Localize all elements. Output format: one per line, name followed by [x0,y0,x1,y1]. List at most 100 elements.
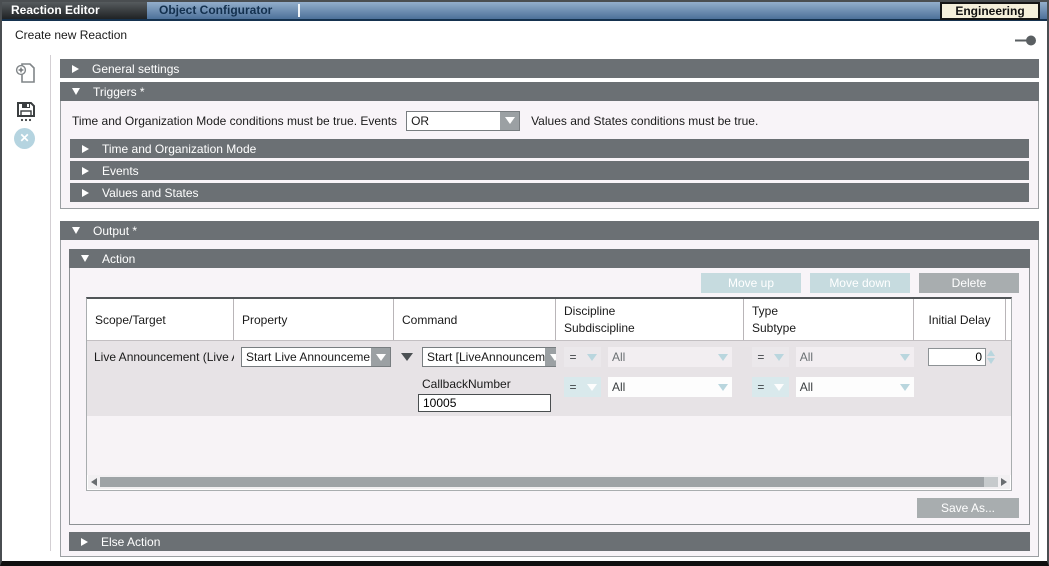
condition-text-before: Time and Organization Mode conditions mu… [72,114,397,128]
section-else-action-label: Else Action [101,535,160,549]
type-select[interactable]: All [796,347,914,367]
action-toolbar: Move up Move down Delete [77,273,1019,293]
col-property: Property [242,313,393,327]
col-scope-target: Scope/Target [95,313,233,327]
section-action[interactable]: Action [69,249,1030,268]
pin-icon[interactable] [1015,35,1037,46]
dropdown-arrow-icon [770,377,789,397]
section-values-and-states[interactable]: Values and States [70,183,1029,202]
tab-reaction-editor[interactable]: Reaction Editor [2,2,147,19]
callback-number-input[interactable] [418,394,551,412]
property-value: Start Live Announcement [242,350,371,364]
dropdown-arrow-icon [713,347,732,367]
dropdown-arrow-icon [371,348,390,366]
discipline-operator-select[interactable]: = [564,347,601,367]
type-operator-select[interactable]: = [752,347,789,367]
chevron-right-icon [81,538,88,546]
scope-target-value: Live Announcement (Live Anno [87,350,234,364]
save-icon[interactable] [14,99,38,123]
table-empty-area [87,416,1011,475]
chevron-right-icon [72,65,79,73]
scroll-left-icon[interactable] [88,475,100,489]
chevron-down-icon [81,255,89,262]
callback-number-label: CallbackNumber [422,377,556,391]
section-time-organization-mode[interactable]: Time and Organization Mode [70,139,1029,158]
dropdown-arrow-icon [545,348,556,366]
chevron-right-icon [82,167,89,175]
col-type: Type [752,303,913,320]
tab-object-configurator-label: Object Configurator [159,3,272,17]
action-panel: Move up Move down Delete Scope/Target Pr… [69,268,1030,525]
dropdown-arrow-icon [895,377,914,397]
save-as-row: Save As... [77,498,1019,518]
dropdown-arrow-icon [582,377,601,397]
subdiscipline-select[interactable]: All [608,377,732,397]
property-select[interactable]: Start Live Announcement [241,347,391,367]
section-action-label: Action [102,252,135,266]
sidebar-divider [50,55,51,551]
tab-object-configurator[interactable]: Object Configurator [147,2,297,19]
cancel-icon[interactable]: ✕ [14,128,35,149]
events-operator-select[interactable]: OR [406,111,520,131]
engineering-mode-button[interactable]: Engineering [940,2,1040,20]
subtype-operator-value: = [752,380,770,394]
reaction-editor-window: Reaction Editor Object Configurator Engi… [0,0,1049,566]
subdiscipline-operator-value: = [564,380,582,394]
move-down-button[interactable]: Move down [810,273,910,293]
tab-separator [298,4,300,17]
scrollbar-track[interactable] [984,477,998,487]
table-row: Live Announcement (Live Anno Start Live … [87,341,1011,416]
col-discipline: Discipline [564,303,743,320]
section-events[interactable]: Events [70,161,1029,180]
scroll-right-icon[interactable] [998,475,1010,489]
section-values-and-states-label: Values and States [102,186,199,200]
section-time-organization-mode-label: Time and Organization Mode [102,142,256,156]
initial-delay-input[interactable] [928,348,986,366]
subdiscipline-operator-select[interactable]: = [564,377,601,397]
dropdown-arrow-icon [713,377,732,397]
tabbar-underline [2,19,1047,21]
section-output[interactable]: Output * [60,221,1039,240]
dropdown-arrow-icon [770,347,789,367]
editor-content: General settings Triggers * Time and Org… [60,57,1039,557]
engineering-mode-label: Engineering [955,4,1024,18]
subdiscipline-value: All [608,380,713,394]
delay-spinner[interactable] [987,350,995,364]
subtype-select[interactable]: All [796,377,914,397]
condition-text-after: Values and States conditions must be tru… [531,114,758,128]
tab-reaction-editor-label: Reaction Editor [11,3,100,17]
command-value: Start [LiveAnnounceme [423,350,545,364]
scrollbar-thumb[interactable] [100,477,984,487]
move-up-button[interactable]: Move up [701,273,801,293]
subtype-value: All [796,380,895,394]
discipline-value: All [608,350,713,364]
horizontal-scrollbar[interactable] [88,475,1010,489]
new-reaction-icon[interactable] [14,61,38,85]
section-else-action[interactable]: Else Action [69,532,1030,551]
events-operator-value: OR [407,114,500,128]
chevron-right-icon [82,189,89,197]
section-output-label: Output * [93,224,137,238]
page-title: Create new Reaction [15,27,127,43]
type-operator-value: = [752,350,770,364]
col-initial-delay: Initial Delay [928,313,990,327]
spinner-up-icon [987,350,995,356]
dropdown-arrow-icon [582,347,601,367]
delete-button[interactable]: Delete [919,273,1019,293]
section-triggers[interactable]: Triggers * [60,82,1039,101]
col-command: Command [402,313,555,327]
expand-parameters-icon[interactable] [401,353,413,361]
save-as-button[interactable]: Save As... [917,498,1019,518]
discipline-select[interactable]: All [608,347,732,367]
section-general-settings[interactable]: General settings [60,59,1039,78]
tab-bar: Reaction Editor Object Configurator Engi… [2,2,1047,21]
action-table: Scope/Target Property Command Discipline… [86,297,1012,491]
command-select[interactable]: Start [LiveAnnounceme [422,347,556,367]
chevron-down-icon [72,227,80,234]
chevron-down-icon [72,88,80,95]
table-header: Scope/Target Property Command Discipline… [87,299,1011,341]
dropdown-arrow-icon [500,112,519,130]
col-subdiscipline: Subdiscipline [564,320,743,337]
type-value: All [796,350,895,364]
subtype-operator-select[interactable]: = [752,377,789,397]
